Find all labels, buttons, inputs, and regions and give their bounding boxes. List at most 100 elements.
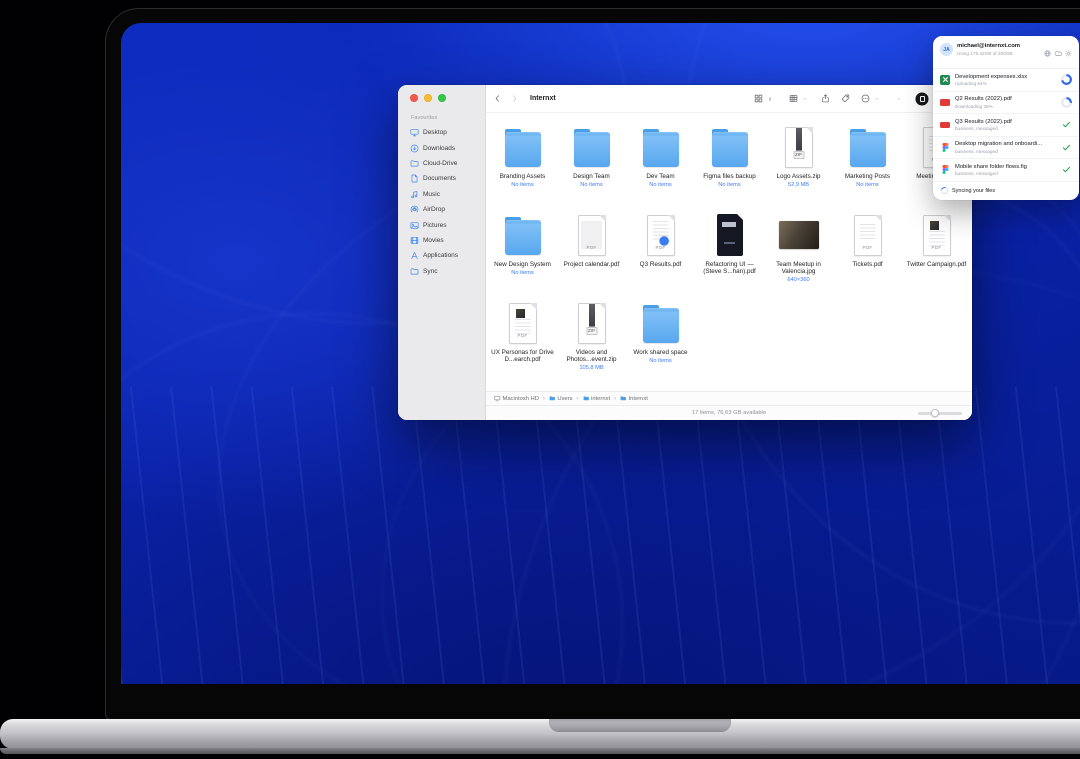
folder-item[interactable]: New Design SystemNo items bbox=[488, 213, 557, 301]
sync-file-status: business, messaged bbox=[955, 126, 1056, 131]
file-item[interactable]: PDFProject calendar.pdf bbox=[557, 213, 626, 301]
sidebar-item-label: Sync bbox=[423, 268, 437, 275]
back-button[interactable] bbox=[493, 94, 502, 103]
file-name: Design Team bbox=[559, 173, 625, 180]
folder-item[interactable]: Design TeamNo items bbox=[557, 125, 626, 213]
more-actions-chevron[interactable] bbox=[874, 96, 880, 102]
file-item[interactable]: PDFUX Personas for Drive D...earch.pdf bbox=[488, 301, 557, 389]
path-segment-label: Internxt bbox=[629, 396, 648, 402]
pdf-file-icon bbox=[940, 122, 950, 129]
file-item[interactable]: Refactoring UI — (Steve S...han).pdf bbox=[695, 213, 764, 301]
sidebar-item-music[interactable]: Music bbox=[410, 187, 485, 202]
file-name: Videos and Photos...event.zip bbox=[559, 349, 625, 364]
group-by-chevron[interactable] bbox=[802, 96, 808, 102]
folder-item[interactable]: Figma files backupNo items bbox=[695, 125, 764, 213]
file-name: Work shared space bbox=[628, 349, 694, 356]
sidebar-item-label: Applications bbox=[423, 252, 458, 259]
check-icon bbox=[1062, 120, 1071, 129]
sync-panel-header: JA michael@internxt.com Using 175.42GB o… bbox=[933, 36, 1079, 68]
sidebar-item-applications[interactable]: Applications bbox=[410, 248, 485, 263]
group-by-button[interactable] bbox=[789, 94, 798, 103]
sync-file-status: business, messaged bbox=[955, 149, 1056, 154]
sync-panel-footer: Syncing your files bbox=[933, 182, 1079, 200]
web-button[interactable] bbox=[1044, 44, 1051, 62]
sidebar-item-pictures[interactable]: Pictures bbox=[410, 217, 485, 232]
path-segment-users[interactable]: Users bbox=[549, 395, 573, 402]
file-name: Q3 Results.pdf bbox=[628, 261, 694, 268]
settings-button[interactable] bbox=[1065, 44, 1072, 62]
path-bar: Macintosh HD › Users › internxt › Intern… bbox=[486, 391, 972, 405]
sidebar-item-label: Pictures bbox=[423, 222, 446, 229]
sync-item[interactable]: Q2 Results (2022).pdfDownloading 35% bbox=[933, 92, 1079, 115]
icon-size-slider[interactable] bbox=[918, 412, 962, 415]
file-name: UX Personas for Drive D...earch.pdf bbox=[490, 349, 556, 364]
file-name: Team Meetup in Valencia.jpg bbox=[766, 261, 832, 276]
chevron-down-icon bbox=[802, 96, 808, 102]
open-folder-button[interactable] bbox=[1055, 44, 1062, 62]
file-item[interactable]: Team Meetup in Valencia.jpg640×360 bbox=[764, 213, 833, 301]
file-item[interactable]: PDFTwitter Campaign.pdf bbox=[902, 213, 971, 301]
sidebar-item-airdrop[interactable]: AirDrop bbox=[410, 202, 485, 217]
file-item[interactable]: PDFQ3 Results.pdf bbox=[626, 213, 695, 301]
path-segment-internxt-user[interactable]: internxt bbox=[583, 395, 611, 402]
sync-item[interactable]: Q3 Results (2022).pdfbusiness, messaged bbox=[933, 114, 1079, 137]
zip-file-icon: ZIP bbox=[772, 125, 826, 171]
sidebar-item-label: Downloads bbox=[423, 145, 455, 152]
internxt-app-button[interactable] bbox=[916, 93, 928, 105]
sync-item[interactable]: Desktop migration and onboardi...busines… bbox=[933, 137, 1079, 160]
share-icon bbox=[821, 94, 830, 103]
storage-usage: Using 175.42GB of 200GB bbox=[957, 51, 1020, 56]
file-item[interactable]: PDFTickets.pdf bbox=[833, 213, 902, 301]
file-info bbox=[695, 277, 764, 284]
folder-icon bbox=[496, 213, 550, 259]
path-segment-internxt[interactable]: Internxt bbox=[620, 395, 648, 402]
more-actions-button[interactable] bbox=[861, 94, 870, 103]
file-name: Logo Assets.zip bbox=[766, 173, 832, 180]
download-progress-spinner bbox=[1061, 97, 1072, 108]
file-grid: Branding AssetsNo items Design TeamNo it… bbox=[486, 113, 972, 391]
file-item[interactable]: ZIPLogo Assets.zip52,9 MB bbox=[764, 125, 833, 213]
sort-toggle-button[interactable] bbox=[767, 96, 773, 102]
avatar: JA bbox=[940, 43, 953, 56]
zoom-button[interactable] bbox=[438, 94, 446, 102]
globe-icon bbox=[1044, 50, 1051, 57]
sidebar-item-label: Music bbox=[423, 191, 440, 198]
close-button[interactable] bbox=[410, 94, 418, 102]
file-name: Twitter Campaign.pdf bbox=[904, 261, 970, 268]
sidebar-item-sync[interactable]: Sync bbox=[410, 264, 485, 279]
minimize-button[interactable] bbox=[424, 94, 432, 102]
sidebar-item-cloud-drive[interactable]: Cloud-Drive bbox=[410, 156, 485, 171]
sync-file-status: Uploading 64% bbox=[955, 81, 1056, 86]
sidebar-item-movies[interactable]: Movies bbox=[410, 233, 485, 248]
folder-icon bbox=[565, 125, 619, 171]
macbook-base bbox=[0, 719, 1080, 749]
path-segment-label: internxt bbox=[591, 396, 610, 402]
slider-knob[interactable] bbox=[931, 409, 939, 417]
share-button[interactable] bbox=[821, 94, 830, 103]
window-controls bbox=[410, 94, 485, 102]
file-info: No items bbox=[695, 182, 764, 189]
grid-view-button[interactable] bbox=[754, 94, 763, 103]
sync-file-name: Mobile share folder flows.fig bbox=[955, 164, 1056, 170]
tag-button[interactable] bbox=[841, 94, 850, 103]
folder-item[interactable]: Branding AssetsNo items bbox=[488, 125, 557, 213]
toolbar-overflow-chevron[interactable] bbox=[896, 96, 902, 102]
sync-item[interactable]: Mobile share folder flows.figbusiness, m… bbox=[933, 159, 1079, 182]
forward-button[interactable] bbox=[510, 94, 519, 103]
file-type-badge: PDF bbox=[587, 246, 597, 251]
file-type-badge: PDF bbox=[863, 246, 873, 251]
status-bar: 17 items, 76,63 GB available bbox=[486, 405, 972, 420]
sync-item[interactable]: Development expenses.xlsxUploading 64% bbox=[933, 69, 1079, 92]
file-item[interactable]: ZIPVideos and Photos...event.zip105,8 MB bbox=[557, 301, 626, 389]
sync-file-name: Development expenses.xlsx bbox=[955, 74, 1056, 80]
sidebar-item-desktop[interactable]: Desktop bbox=[410, 125, 485, 140]
folder-item[interactable]: Work shared spaceNo items bbox=[626, 301, 695, 389]
path-segment-label: Macintosh HD bbox=[503, 396, 539, 402]
sidebar-item-documents[interactable]: Documents bbox=[410, 171, 485, 186]
folder-item[interactable]: Marketing PostsNo items bbox=[833, 125, 902, 213]
folder-icon bbox=[1055, 50, 1062, 57]
sidebar-item-label: Desktop bbox=[423, 129, 447, 136]
sidebar-item-downloads[interactable]: Downloads bbox=[410, 140, 485, 155]
folder-item[interactable]: Dev TeamNo items bbox=[626, 125, 695, 213]
path-segment-macintosh-hd[interactable]: Macintosh HD bbox=[494, 395, 539, 402]
